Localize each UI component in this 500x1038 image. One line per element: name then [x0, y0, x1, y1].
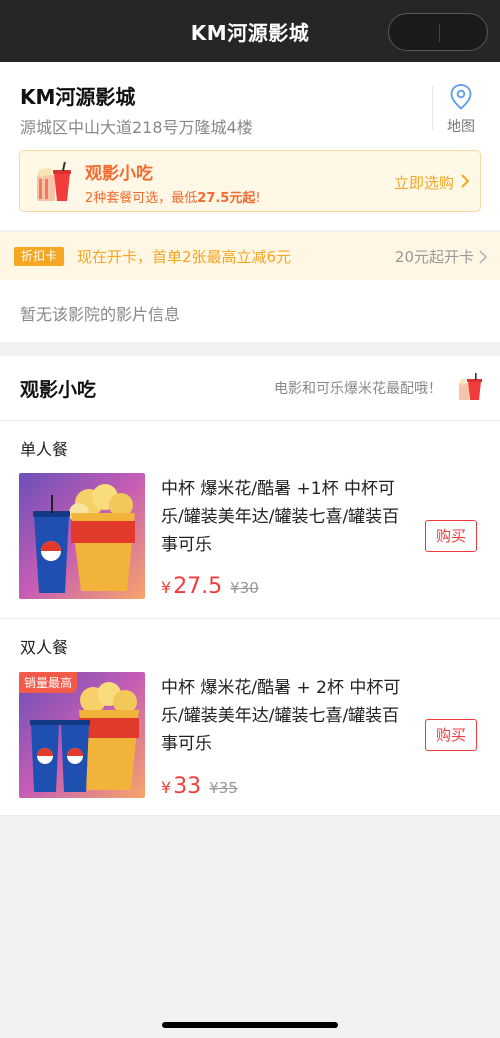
- map-button[interactable]: 地图: [440, 84, 482, 136]
- header-divider: [432, 86, 433, 130]
- currency-symbol: ¥: [161, 578, 172, 597]
- price-value: 33: [173, 774, 202, 799]
- snack-section-subtitle: 电影和可乐爆米花最配哦！: [274, 381, 442, 397]
- snack-banner-title: 观影小吃: [85, 164, 153, 184]
- buy-button-single[interactable]: 购买: [425, 520, 477, 552]
- product-price-double: ¥33 ¥35: [161, 774, 238, 799]
- snack-promo-banner[interactable]: 观影小吃 2种套餐可选，最低27.5元起! 立即选购: [19, 150, 481, 212]
- snack-section: 观影小吃 电影和可乐爆米花最配哦！ 单人餐 中杯 爆米花/酷暑 +1杯 中杯可乐…: [0, 356, 500, 816]
- product-name-single: 中杯 爆米花/酷暑 +1杯 中杯可乐/罐装美年达/罐装七喜/罐装百事可乐: [161, 479, 400, 555]
- best-seller-badge: 销量最高: [19, 672, 78, 693]
- divider: [0, 420, 500, 421]
- original-price: ¥30: [230, 579, 259, 597]
- navigation-bar: KM河源影城: [0, 0, 500, 62]
- discount-card-tag: 折扣卡: [14, 247, 64, 266]
- product-name-double: 中杯 爆米花/酷暑 + 2杯 中杯可乐/罐装美年达/罐装七喜/罐装百事可乐: [161, 678, 401, 754]
- map-label: 地图: [447, 119, 475, 135]
- no-movie-text: 暂无该影院的影片信息: [20, 305, 181, 324]
- discount-card-row[interactable]: 折扣卡 现在开卡，首单2张最高立减6元 20元起开卡: [0, 232, 500, 280]
- buy-now-link[interactable]: 立即选购: [394, 172, 454, 193]
- currency-symbol: ¥: [161, 778, 172, 797]
- map-pin-icon: [450, 84, 472, 110]
- chevron-right-icon: [461, 174, 470, 188]
- snack-banner-desc: 2种套餐可选，最低27.5元起!: [85, 187, 261, 206]
- popcorn-combo-image: [19, 473, 145, 599]
- snack-cup-icon: [459, 373, 482, 400]
- discount-card-text: 现在开卡，首单2张最高立减6元: [77, 248, 292, 266]
- more-icon[interactable]: [389, 14, 439, 52]
- no-movie-info: 暂无该影院的影片信息: [0, 280, 500, 342]
- home-indicator[interactable]: [162, 1022, 338, 1028]
- divider: [0, 815, 500, 816]
- app-root: KM河源影城 KM河源影城 源城区中山大道218号万隆城4楼 地图 观影小吃 2…: [0, 0, 500, 1038]
- product-price-single: ¥27.5 ¥30: [161, 574, 259, 599]
- close-icon[interactable]: [440, 14, 489, 52]
- chevron-right-icon: [479, 250, 488, 264]
- cinema-address: 源城区中山大道218号万隆城4楼: [20, 118, 253, 137]
- snack-cup-icon: [37, 161, 71, 201]
- price-value: 27.5: [173, 574, 223, 599]
- snack-banner-desc-price: 27.5元起: [197, 191, 256, 206]
- product-image-double[interactable]: 销量最高: [19, 672, 145, 798]
- snack-section-title: 观影小吃: [20, 379, 97, 401]
- discount-card-open-link[interactable]: 20元起开卡: [395, 246, 474, 267]
- mini-program-capsule: [388, 13, 488, 51]
- cinema-header: KM河源影城 源城区中山大道218号万隆城4楼 地图 观影小吃 2种套餐可选，最…: [0, 62, 500, 230]
- group-label-double: 双人餐: [20, 638, 69, 657]
- product-image-single[interactable]: [19, 473, 145, 599]
- group-label-single: 单人餐: [20, 440, 69, 459]
- original-price: ¥35: [209, 779, 238, 797]
- divider: [0, 618, 500, 619]
- snack-banner-desc-prefix: 2种套餐可选，最低: [85, 191, 198, 206]
- cinema-name: KM河源影城: [20, 85, 136, 109]
- snack-banner-desc-suffix: !: [255, 191, 261, 206]
- buy-button-double[interactable]: 购买: [425, 719, 477, 751]
